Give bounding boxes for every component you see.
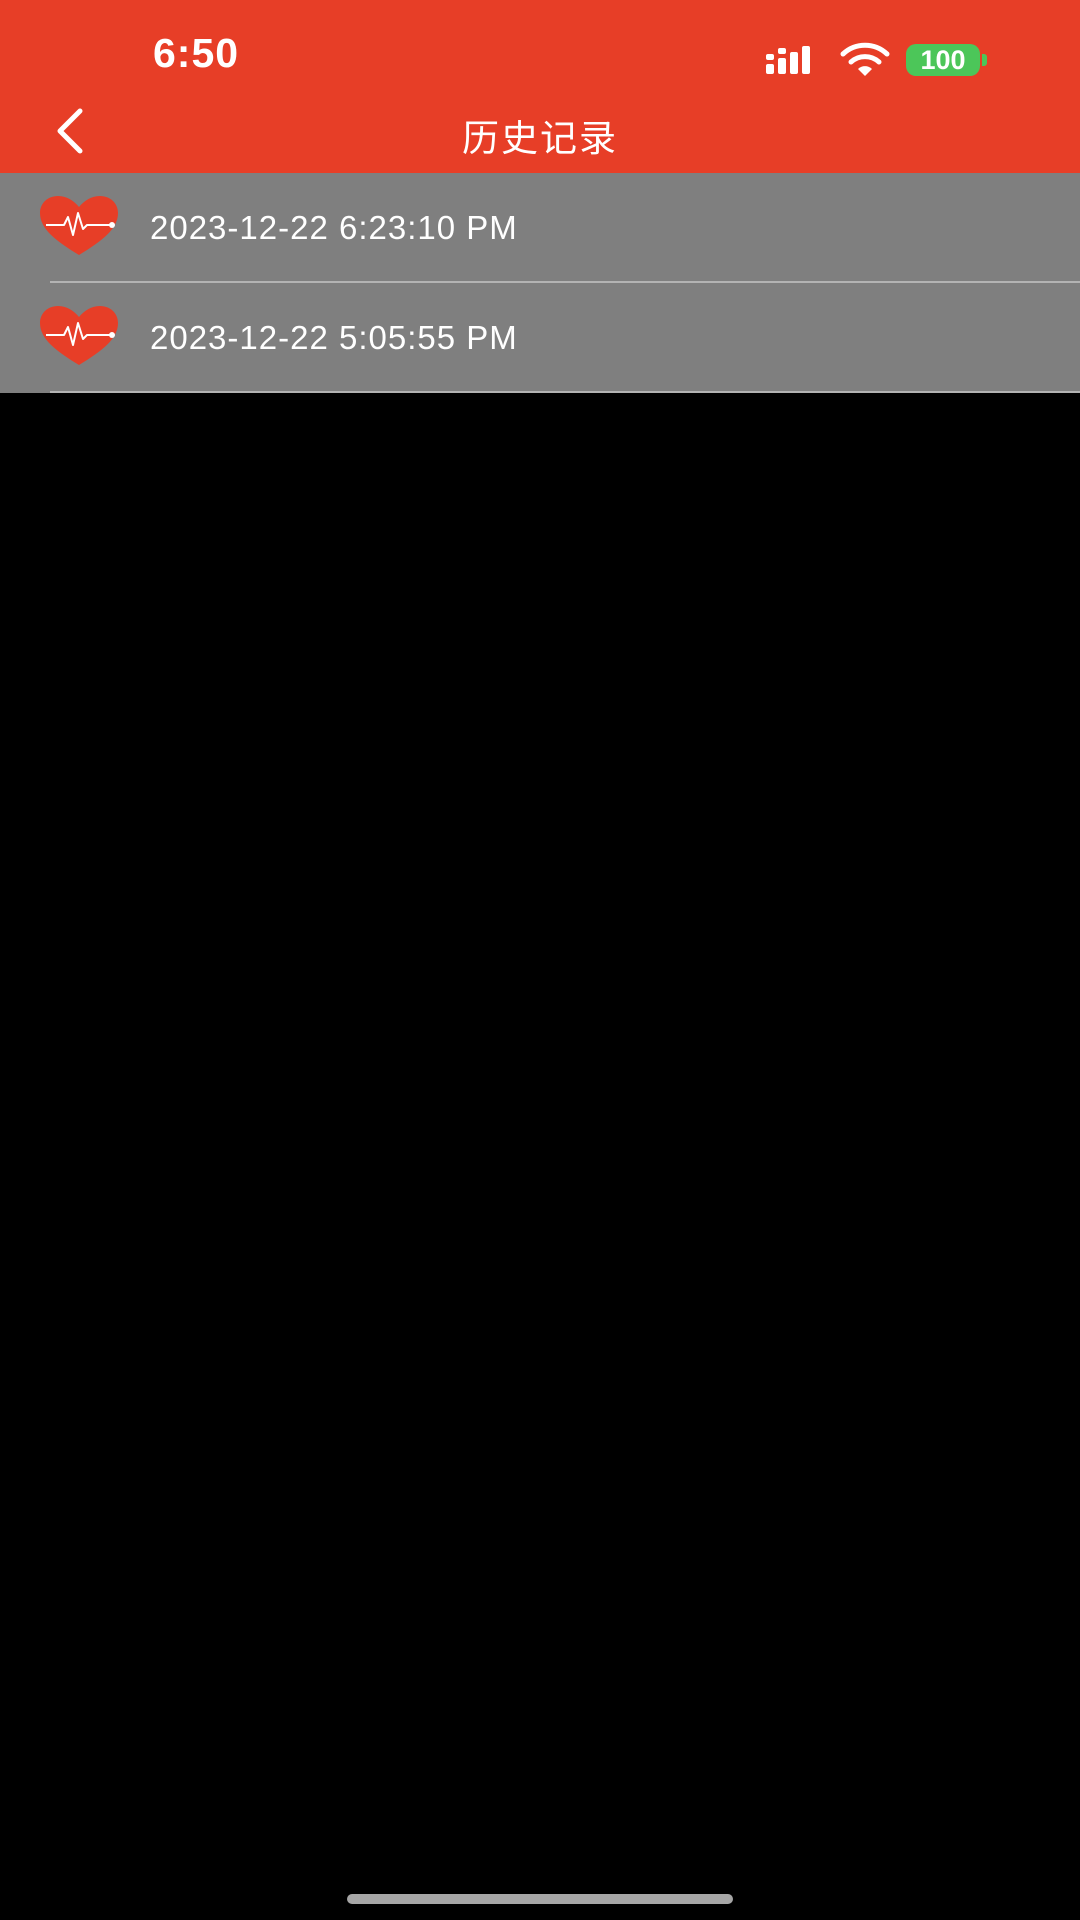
heart-pulse-icon [40, 306, 118, 365]
history-item-timestamp: 2023-12-22 5:05:55 PM [150, 319, 518, 356]
history-item[interactable]: 2023-12-22 6:23:10 PM [0, 173, 1080, 283]
history-list: 2023-12-22 6:23:10 PM 2023-12-22 5:05:55… [0, 173, 1080, 393]
status-time: 6:50 [153, 30, 240, 76]
history-item-timestamp: 2023-12-22 6:23:10 PM [150, 209, 518, 246]
battery-indicator: 100 [906, 44, 988, 76]
history-item[interactable]: 2023-12-22 5:05:55 PM [0, 283, 1080, 393]
battery-tip [982, 54, 987, 66]
wifi-icon [840, 42, 890, 76]
app-header: 6:50 100 历史记录 [0, 0, 1080, 173]
battery-level: 100 [906, 44, 980, 76]
cellular-signal-icon [766, 46, 810, 74]
heart-pulse-icon [40, 196, 118, 255]
page-title: 历史记录 [462, 117, 618, 160]
divider [50, 391, 1080, 393]
home-indicator[interactable] [347, 1894, 733, 1904]
